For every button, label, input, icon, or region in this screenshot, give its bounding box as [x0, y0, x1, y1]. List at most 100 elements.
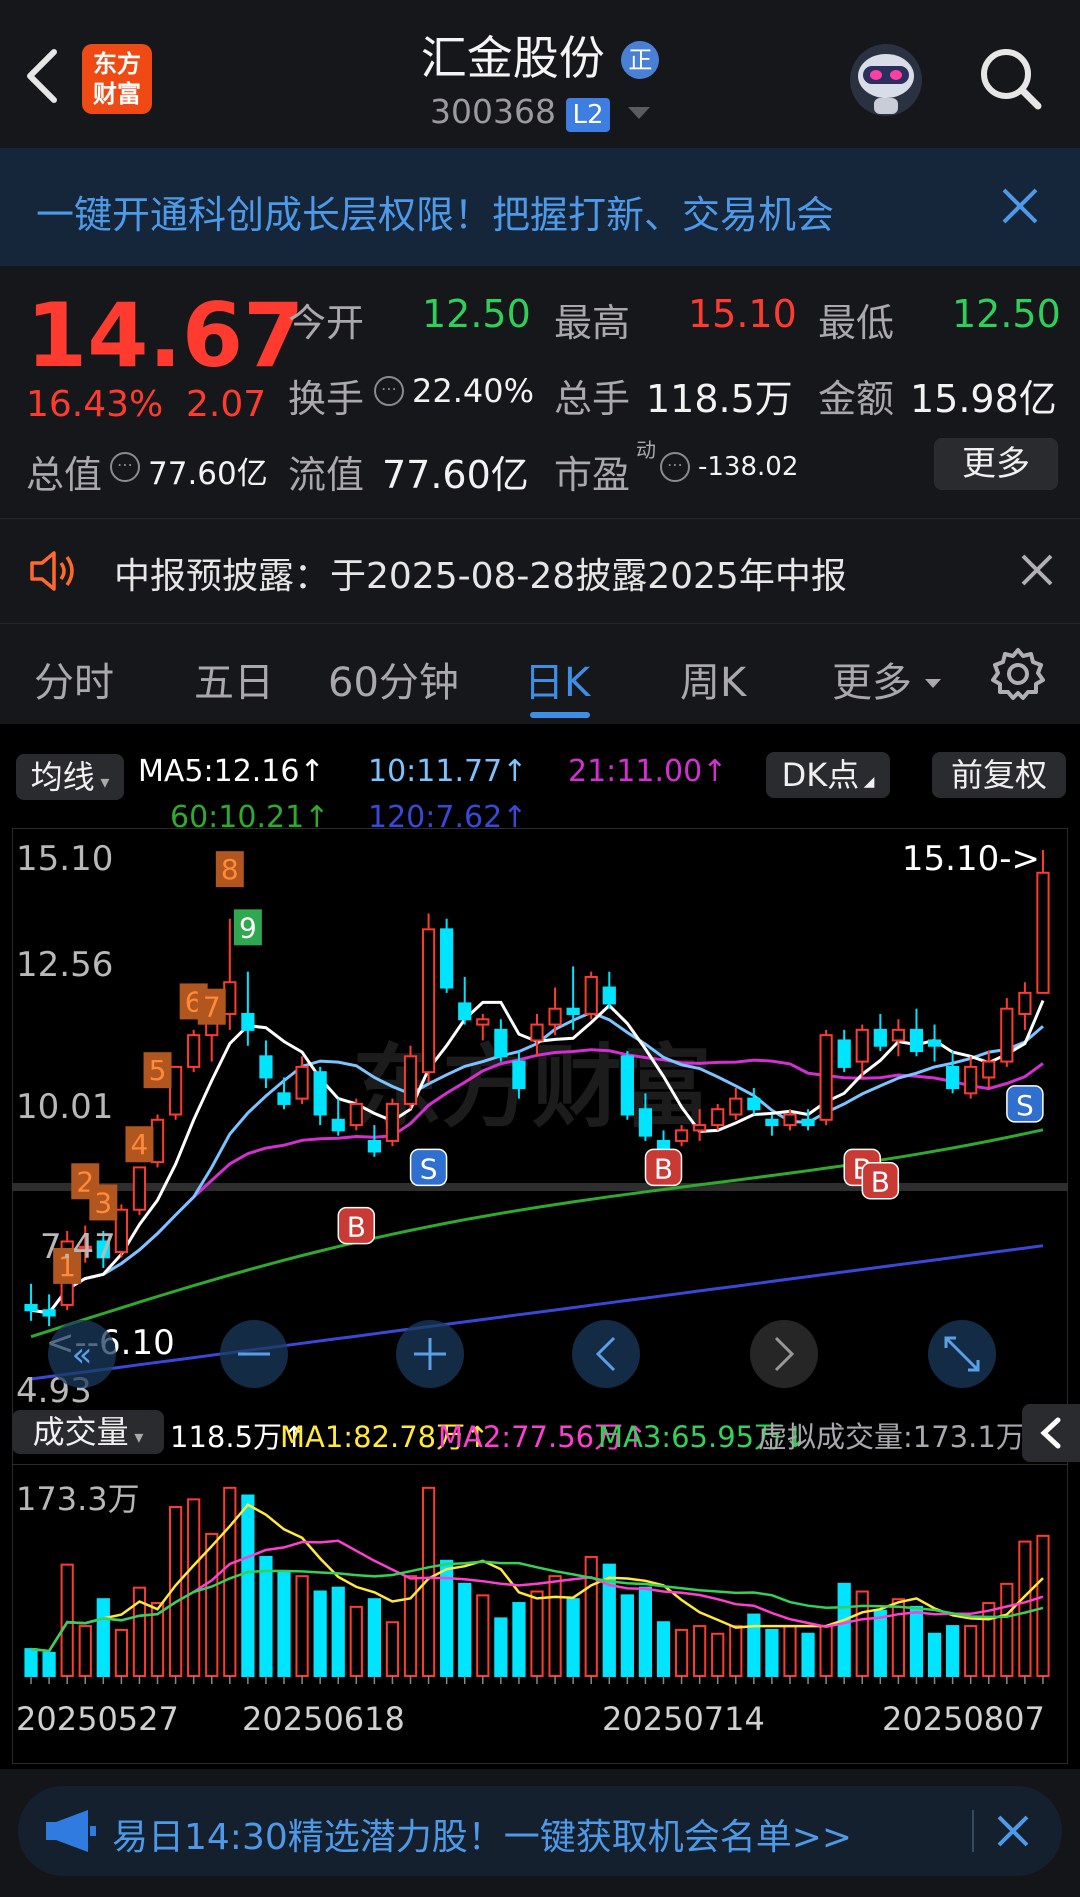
volume-select[interactable]: 成交量 ▾: [12, 1410, 164, 1454]
step-left-button[interactable]: [572, 1320, 640, 1388]
volume-bar: [765, 1628, 779, 1677]
speaker-icon: [28, 549, 80, 593]
turnover-value: 22.40%: [412, 372, 535, 410]
tab-five-day[interactable]: 五日: [194, 650, 274, 708]
quote-panel: 14.67 16.43% 2.07 总值 ⋯ 77.60亿 今开 12.50 最…: [0, 266, 1080, 516]
sequence-marker-label: 3: [94, 1186, 112, 1219]
float-label: 流值: [288, 453, 365, 497]
collapse-panel-button[interactable]: [1022, 1404, 1080, 1462]
tab-intraday[interactable]: 分时: [34, 650, 114, 708]
step-right-button[interactable]: [750, 1320, 818, 1388]
ma5-legend: MA5:12.16↑: [138, 754, 325, 789]
volume-bar: [548, 1575, 562, 1677]
date-label-4: 20250807: [882, 1700, 1045, 1738]
volume-bar: [223, 1486, 237, 1678]
megaphone-icon: [44, 1808, 100, 1854]
tab-60min[interactable]: 60分钟: [328, 650, 459, 708]
zoom-out-button[interactable]: [220, 1320, 288, 1388]
sequence-marker-label: 5: [149, 1054, 167, 1087]
candle: [187, 1034, 201, 1068]
volume-bar: [331, 1586, 345, 1677]
volume-bar: [385, 1621, 400, 1678]
sequence-marker-label: 4: [131, 1128, 149, 1161]
pe-value: -138.02: [698, 452, 799, 482]
volume-bar: [295, 1575, 309, 1677]
kline-chart-area: 均线 ▾ MA5:12.16↑ 10:11.77↑ 21:11.00↑ 60:1…: [0, 724, 1080, 1769]
scroll-left-button[interactable]: «: [48, 1320, 116, 1388]
info-icon[interactable]: ⋯: [660, 452, 690, 482]
zoom-in-button[interactable]: [396, 1320, 464, 1388]
volume-bar: [855, 1590, 869, 1677]
volume-bar: [927, 1632, 942, 1677]
volume-bar: [530, 1590, 544, 1677]
volume-bar: [1036, 1534, 1050, 1677]
volume-bar: [205, 1532, 219, 1677]
volume-bar: [656, 1621, 671, 1678]
ma-select[interactable]: 均线 ▾: [16, 754, 124, 800]
info-icon[interactable]: ⋯: [110, 452, 140, 482]
volume-bar: [42, 1651, 56, 1678]
volume-chart[interactable]: 173.3万 20250527 20250618 20250714 202508…: [12, 1464, 1068, 1764]
volume-bar: [909, 1605, 924, 1678]
volume-bar: [674, 1628, 689, 1677]
price-axis-low1: 7.47: [40, 1227, 116, 1267]
close-icon[interactable]: [1020, 553, 1054, 587]
stock-code: 300368: [429, 92, 556, 131]
amount-value: 15.98亿: [910, 377, 1057, 421]
candle: [259, 1055, 273, 1079]
notice-bar[interactable]: 中报预披露：于2025-08-28披露2025年中报: [0, 518, 1080, 624]
candle: [476, 1018, 490, 1026]
period-tabs: 分时 五日 60分钟 日K 周K 更多: [0, 624, 1080, 724]
volume-bar: [693, 1625, 707, 1677]
tab-more-label: 更多: [832, 660, 912, 706]
ma-select-label: 均线: [30, 758, 95, 796]
candle: [729, 1097, 743, 1116]
volume-bar: [620, 1594, 634, 1677]
candle: [891, 1028, 906, 1042]
fullscreen-button[interactable]: [928, 1320, 996, 1388]
candle: [24, 1303, 38, 1312]
price-axis-mid1: 12.56: [16, 945, 113, 985]
volume-bar: [982, 1602, 996, 1677]
volume-bar: [367, 1598, 381, 1677]
app-header: 东方 财富 汇金股份 正 300368 L2: [0, 0, 1080, 148]
more-button[interactable]: 更多: [934, 438, 1058, 490]
divider: [972, 1810, 974, 1852]
high-price-marker: 15.10->: [902, 839, 1040, 879]
candle: [638, 1108, 653, 1137]
candle: [548, 1007, 562, 1026]
tab-daily[interactable]: 日K: [524, 650, 590, 708]
search-icon[interactable]: [978, 46, 1044, 112]
promo-banner[interactable]: 一键开通科创成长层权限！把握打新、交易机会: [0, 148, 1080, 266]
bottom-ad-bar[interactable]: 易日14:30精选潜力股！一键获取机会名单>>: [18, 1786, 1062, 1876]
candle: [331, 1118, 345, 1132]
volume-bar: [747, 1613, 761, 1677]
candle: [241, 1012, 255, 1031]
dk-point-button[interactable]: DK点 ◢: [766, 752, 890, 798]
candle: [1036, 871, 1050, 994]
promo-text: 一键开通科创成长层权限！把握打新、交易机会: [36, 193, 835, 237]
tab-more[interactable]: 更多: [832, 650, 941, 708]
volume-bar: [458, 1582, 472, 1677]
robot-assistant-icon[interactable]: [846, 40, 926, 120]
candle: [168, 1065, 183, 1116]
close-icon[interactable]: [1000, 186, 1040, 226]
volume-bar: [946, 1625, 960, 1677]
settings-icon[interactable]: [990, 646, 1046, 702]
adjust-button[interactable]: 前复权: [932, 752, 1066, 798]
info-icon[interactable]: ⋯: [374, 376, 404, 406]
tab-weekly[interactable]: 周K: [680, 650, 746, 708]
sell-signal-label: S: [420, 1152, 438, 1185]
date-label-1: 20250527: [16, 1700, 179, 1738]
close-icon[interactable]: [996, 1814, 1030, 1848]
buy-signal-label: B: [654, 1152, 673, 1185]
volume-bar: [783, 1625, 797, 1677]
sequence-marker-label: 7: [203, 991, 221, 1024]
volume-bar: [313, 1590, 327, 1677]
price-axis-top: 15.10: [16, 839, 113, 879]
mktcap-label: 总值: [26, 453, 103, 497]
caret-down-icon: [924, 679, 941, 688]
pe-superscript: 动: [636, 438, 656, 462]
volume-bar: [801, 1632, 815, 1677]
candle: [584, 975, 598, 1015]
